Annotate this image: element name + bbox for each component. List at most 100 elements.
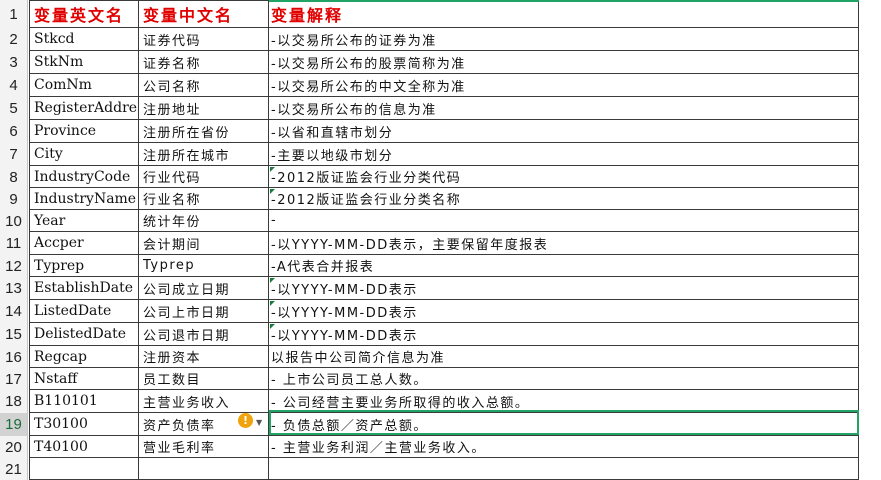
table-row[interactable]: 17 Nstaff 员工数目 - 上市公司员工总人数。 bbox=[0, 368, 881, 390]
table-row[interactable]: 16 Regcap 注册资本 以报告中公司简介信息为准 bbox=[0, 346, 881, 368]
cell-chinese-name[interactable]: 统计年份 bbox=[139, 210, 269, 232]
cell-description[interactable]: - 公司经营主要业务所取得的收入总额。 bbox=[269, 390, 859, 413]
row-header[interactable]: 14 bbox=[0, 300, 28, 323]
table-row[interactable]: 15 DelistedDate 公司退市日期 -以YYYY-MM-DD表示 bbox=[0, 323, 881, 346]
cell-chinese-name[interactable]: 员工数目 bbox=[139, 368, 269, 390]
table-row[interactable]: 13 EstablishDate 公司成立日期 -以YYYY-MM-DD表示 bbox=[0, 277, 881, 300]
header-row[interactable]: 1 变量英文名 变量中文名 变量解释 bbox=[0, 0, 881, 28]
cell-chinese-name[interactable]: 会计期间 bbox=[139, 232, 269, 255]
cell-chinese-name[interactable]: 注册地址 bbox=[139, 97, 269, 120]
cell-english-name[interactable]: ComNm bbox=[29, 74, 139, 97]
cell-description[interactable]: - 主营业务利润／主营业务收入。 bbox=[269, 436, 859, 458]
cell-chinese-name[interactable]: 注册资本 bbox=[139, 346, 269, 368]
cell-english-name[interactable]: Regcap bbox=[29, 346, 139, 368]
row-header[interactable]: 1 bbox=[0, 0, 28, 28]
cell-description[interactable]: -以YYYY-MM-DD表示，主要保留年度报表 bbox=[269, 232, 859, 255]
table-row[interactable]: 19 T30100 资产负债率 - 负债总额／资产总额。 bbox=[0, 413, 881, 436]
table-row[interactable]: 11 Accper 会计期间 -以YYYY-MM-DD表示，主要保留年度报表 bbox=[0, 232, 881, 255]
cell-chinese-name[interactable]: 公司名称 bbox=[139, 74, 269, 97]
cell-english-name[interactable]: EstablishDate bbox=[29, 277, 139, 300]
cell-chinese-name[interactable]: Typrep bbox=[139, 255, 269, 277]
cell-english-name[interactable]: T40100 bbox=[29, 436, 139, 458]
table-row[interactable]: 9 IndustryName 行业名称 -2012版证监会行业分类名称 bbox=[0, 188, 881, 210]
cell-description[interactable]: -以YYYY-MM-DD表示 bbox=[269, 323, 859, 346]
table-row[interactable]: 8 IndustryCode 行业代码 -2012版证监会行业分类代码 bbox=[0, 166, 881, 188]
cell-description[interactable]: -以交易所公布的中文全称为准 bbox=[269, 74, 859, 97]
row-header[interactable]: 2 bbox=[0, 28, 28, 51]
table-row[interactable]: 14 ListedDate 公司上市日期 -以YYYY-MM-DD表示 bbox=[0, 300, 881, 323]
cell-description[interactable]: -以交易所公布的信息为准 bbox=[269, 97, 859, 120]
cell-description[interactable]: 以报告中公司简介信息为准 bbox=[269, 346, 859, 368]
row-header[interactable]: 3 bbox=[0, 51, 28, 74]
cell-chinese-name[interactable]: 注册所在城市 bbox=[139, 143, 269, 166]
table-row[interactable]: 4 ComNm 公司名称 -以交易所公布的中文全称为准 bbox=[0, 74, 881, 97]
row-header[interactable]: 12 bbox=[0, 255, 28, 277]
cell-english-name[interactable]: Stkcd bbox=[29, 28, 139, 51]
cell-english-name[interactable]: T30100 bbox=[29, 413, 139, 436]
header-cell-description[interactable]: 变量解释 bbox=[269, 0, 859, 28]
cell-description[interactable]: -以交易所公布的证券为准 bbox=[269, 28, 859, 51]
cell-english-name[interactable]: Accper bbox=[29, 232, 139, 255]
cell-english-name[interactable]: StkNm bbox=[29, 51, 139, 74]
row-header[interactable]: 17 bbox=[0, 368, 28, 390]
row-header[interactable]: 7 bbox=[0, 143, 28, 166]
table-row[interactable]: 20 T40100 营业毛利率 - 主营业务利润／主营业务收入。 bbox=[0, 436, 881, 458]
row-header[interactable]: 6 bbox=[0, 120, 28, 143]
cell-chinese-name[interactable]: 营业毛利率 bbox=[139, 436, 269, 458]
cell-description[interactable]: -以YYYY-MM-DD表示 bbox=[269, 300, 859, 323]
row-header[interactable]: 16 bbox=[0, 346, 28, 368]
header-cell-chinese-name[interactable]: 变量中文名 bbox=[139, 0, 269, 28]
row-header[interactable]: 15 bbox=[0, 323, 28, 346]
table-row[interactable]: 12 Typrep Typrep -A代表合并报表 bbox=[0, 255, 881, 277]
cell-description[interactable]: -2012版证监会行业分类代码 bbox=[269, 166, 859, 188]
table-row[interactable]: 6 Province 注册所在省份 -以省和直辖市划分 bbox=[0, 120, 881, 143]
cell-english-name[interactable]: Nstaff bbox=[29, 368, 139, 390]
row-header[interactable]: 21 bbox=[0, 458, 28, 480]
cell-description[interactable] bbox=[269, 458, 859, 480]
cell-english-name[interactable]: IndustryCode bbox=[29, 166, 139, 188]
cell-english-name[interactable]: City bbox=[29, 143, 139, 166]
cell-english-name[interactable]: IndustryName bbox=[29, 188, 139, 210]
cell-description[interactable]: -2012版证监会行业分类名称 bbox=[269, 188, 859, 210]
row-header[interactable]: 5 bbox=[0, 97, 28, 120]
cell-description[interactable]: - bbox=[269, 210, 859, 232]
table-row[interactable]: 2 Stkcd 证券代码 -以交易所公布的证券为准 bbox=[0, 28, 881, 51]
cell-chinese-name[interactable]: 证券名称 bbox=[139, 51, 269, 74]
row-header[interactable]: 8 bbox=[0, 166, 28, 188]
row-header[interactable]: 11 bbox=[0, 232, 28, 255]
cell-chinese-name[interactable]: 证券代码 bbox=[139, 28, 269, 51]
cell-description[interactable]: -以YYYY-MM-DD表示 bbox=[269, 277, 859, 300]
table-row[interactable]: 5RegisterAddress注册地址-以交易所公布的信息为准 bbox=[0, 97, 881, 120]
table-row[interactable]: 21 bbox=[0, 458, 881, 480]
chevron-down-icon[interactable]: ▼ bbox=[256, 418, 262, 427]
row-header[interactable]: 9 bbox=[0, 188, 28, 210]
cell-chinese-name[interactable]: 主营业务收入 bbox=[139, 390, 269, 413]
cell-chinese-name[interactable]: 公司成立日期 bbox=[139, 277, 269, 300]
cell-chinese-name[interactable]: 行业代码 bbox=[139, 166, 269, 188]
cell-english-name[interactable]: RegisterAddress bbox=[29, 97, 139, 120]
row-header[interactable]: 20 bbox=[0, 436, 28, 458]
cell-english-name[interactable] bbox=[29, 458, 139, 480]
row-header[interactable]: 4 bbox=[0, 74, 28, 97]
cell-chinese-name[interactable]: 公司上市日期 bbox=[139, 300, 269, 323]
cell-description[interactable]: -以省和直辖市划分 bbox=[269, 120, 859, 143]
table-row[interactable]: 10 Year 统计年份 - bbox=[0, 210, 881, 232]
table-row[interactable]: 18 B110101 主营业务收入 - 公司经营主要业务所取得的收入总额。 bbox=[0, 390, 881, 413]
cell-english-name[interactable]: Year bbox=[29, 210, 139, 232]
row-header[interactable]: 13 bbox=[0, 277, 28, 300]
table-row[interactable]: 3 StkNm 证券名称 -以交易所公布的股票简称为准 bbox=[0, 51, 881, 74]
cell-chinese-name[interactable]: 公司退市日期 bbox=[139, 323, 269, 346]
cell-english-name[interactable]: B110101 bbox=[29, 390, 139, 413]
cell-description[interactable]: -A代表合并报表 bbox=[269, 255, 859, 277]
cell-english-name[interactable]: ListedDate bbox=[29, 300, 139, 323]
cell-english-name[interactable]: Typrep bbox=[29, 255, 139, 277]
cell-chinese-name[interactable]: 行业名称 bbox=[139, 188, 269, 210]
cell-description[interactable]: -以交易所公布的股票简称为准 bbox=[269, 51, 859, 74]
row-header[interactable]: 19 bbox=[0, 413, 28, 436]
cell-english-name[interactable]: Province bbox=[29, 120, 139, 143]
error-warning-icon[interactable]: ! bbox=[238, 413, 253, 428]
header-cell-english-name[interactable]: 变量英文名 bbox=[29, 0, 139, 28]
cell-description[interactable]: - 上市公司员工总人数。 bbox=[269, 368, 859, 390]
cell-english-name[interactable]: DelistedDate bbox=[29, 323, 139, 346]
cell-description[interactable]: - 负债总额／资产总额。 bbox=[269, 413, 859, 436]
